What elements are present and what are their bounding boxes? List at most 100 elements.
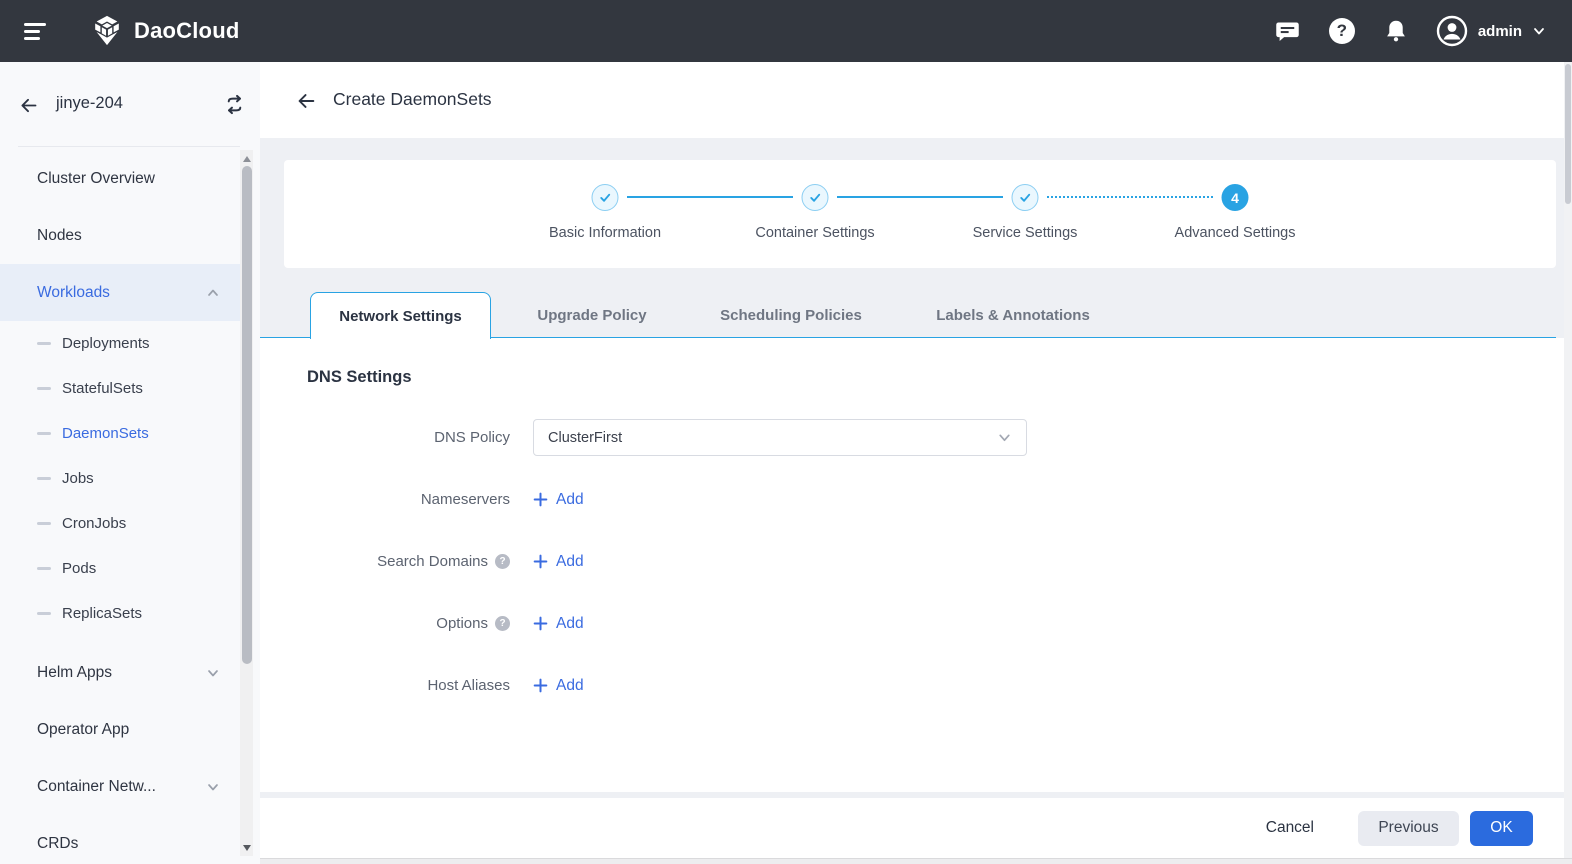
chevron-down-icon <box>999 434 1010 442</box>
scroll-down-icon[interactable] <box>240 841 253 854</box>
dash-icon <box>37 567 51 570</box>
step-2-done-icon <box>801 184 829 211</box>
host-aliases-row: Host Aliases Add <box>260 667 584 704</box>
cluster-back-icon[interactable] <box>18 95 39 121</box>
action-footer: Cancel Previous OK <box>260 798 1572 858</box>
step-3-done-icon <box>1011 184 1039 211</box>
sidebar-item-crds[interactable]: CRDs <box>0 815 240 856</box>
cancel-button[interactable]: Cancel <box>1266 819 1314 837</box>
tab-bar: Network Settings Upgrade Policy Scheduli… <box>260 292 1556 339</box>
sidebar: jinye-204 Cluster Overview Nodes Workloa… <box>0 62 260 864</box>
nameservers-add-button[interactable]: Add <box>533 491 584 509</box>
step-1-done-icon <box>591 184 619 211</box>
sidebar-item-label: Jobs <box>62 470 94 487</box>
plus-icon <box>533 492 548 507</box>
dns-policy-value: ClusterFirst <box>548 429 623 446</box>
dns-policy-select[interactable]: ClusterFirst <box>533 419 1027 456</box>
header-actions: ? admin <box>1274 15 1546 47</box>
step-4-number: 4 <box>1221 184 1249 211</box>
step-connector-dotted <box>1047 196 1213 198</box>
sidebar-scrollbar-thumb[interactable] <box>241 166 252 664</box>
step-connector <box>837 196 1003 198</box>
sidebar-item-nodes[interactable]: Nodes <box>0 207 240 264</box>
main-vertical-scrollbar-thumb[interactable] <box>1565 64 1571 204</box>
scroll-up-icon[interactable] <box>240 152 253 165</box>
dash-icon <box>37 387 51 390</box>
options-add-button[interactable]: Add <box>533 615 584 633</box>
sidebar-item-replicasets[interactable]: ReplicaSets <box>0 591 240 636</box>
sidebar-item-helm-apps[interactable]: Helm Apps <box>0 644 240 701</box>
message-icon[interactable] <box>1274 17 1302 45</box>
sidebar-item-pods[interactable]: Pods <box>0 546 240 591</box>
avatar <box>1436 15 1468 47</box>
dash-icon <box>37 432 51 435</box>
hamburger-menu-icon[interactable] <box>24 23 48 40</box>
tab-content: DNS Settings DNS Policy ClusterFirst Nam… <box>260 338 1572 792</box>
sidebar-item-label: CronJobs <box>62 515 127 532</box>
sidebar-item-container-network[interactable]: Container Netw... <box>0 758 240 815</box>
app-root: DaoCloud ? admin jinye-204 Cluster Overv… <box>0 0 1572 864</box>
plus-icon <box>533 554 548 569</box>
dash-icon <box>37 342 51 345</box>
tab-upgrade-policy[interactable]: Upgrade Policy <box>537 292 646 338</box>
ok-button[interactable]: OK <box>1470 810 1533 846</box>
previous-button[interactable]: Previous <box>1358 810 1459 846</box>
sidebar-item-cluster-overview[interactable]: Cluster Overview <box>0 150 240 207</box>
step-connector <box>627 196 793 198</box>
dns-policy-label: DNS Policy <box>434 429 510 446</box>
stepper: 4 Basic Information Container Settings S… <box>284 160 1556 268</box>
sidebar-item-label: ReplicaSets <box>62 605 143 622</box>
sidebar-item-statefulsets[interactable]: StatefulSets <box>0 366 240 411</box>
brand-name: DaoCloud <box>134 18 240 43</box>
chevron-down-icon <box>1534 28 1544 35</box>
sidebar-header: jinye-204 <box>0 62 260 147</box>
sidebar-item-label: Nodes <box>37 226 82 244</box>
sidebar-item-label: Operator App <box>37 720 130 738</box>
search-domains-add-button[interactable]: Add <box>533 553 584 571</box>
sidebar-item-cronjobs[interactable]: CronJobs <box>0 501 240 546</box>
dash-icon <box>37 522 51 525</box>
sidebar-menu: Cluster Overview Nodes Workloads Deploym… <box>0 150 240 856</box>
plus-icon <box>533 678 548 693</box>
main-horizontal-scrollbar[interactable] <box>260 858 1572 864</box>
section-title: DNS Settings <box>307 368 412 386</box>
sidebar-item-jobs[interactable]: Jobs <box>0 456 240 501</box>
page-header: Create DaemonSets <box>260 62 1572 138</box>
sidebar-item-label: Container Netw... <box>37 777 156 795</box>
tab-scheduling-policies[interactable]: Scheduling Policies <box>720 292 862 338</box>
tab-network-settings[interactable]: Network Settings <box>310 292 491 339</box>
sidebar-item-workloads[interactable]: Workloads <box>0 264 240 321</box>
help-icon[interactable]: ? <box>495 554 510 569</box>
host-aliases-add-button[interactable]: Add <box>533 677 584 695</box>
cluster-name: jinye-204 <box>56 94 123 112</box>
page-back-icon[interactable] <box>295 90 317 117</box>
options-row: Options ? Add <box>260 605 584 642</box>
sidebar-scrollbar[interactable] <box>240 150 253 856</box>
chevron-down-icon <box>206 780 220 794</box>
host-aliases-label: Host Aliases <box>427 677 510 694</box>
sidebar-item-label: DaemonSets <box>62 425 149 442</box>
tab-labels-annotations[interactable]: Labels & Annotations <box>936 292 1090 338</box>
user-menu[interactable]: admin <box>1436 15 1546 47</box>
switch-cluster-icon[interactable] <box>224 94 245 120</box>
step-label: Service Settings <box>972 225 1078 241</box>
step-label: Advanced Settings <box>1174 225 1296 241</box>
plus-icon <box>533 616 548 631</box>
help-icon[interactable]: ? <box>495 616 510 631</box>
brand: DaoCloud <box>90 14 239 48</box>
options-label: Options <box>436 615 488 632</box>
sidebar-item-operator-app[interactable]: Operator App <box>0 701 240 758</box>
sidebar-item-deployments[interactable]: Deployments <box>0 321 240 366</box>
step-label: Container Settings <box>755 225 875 241</box>
dns-policy-row: DNS Policy ClusterFirst <box>260 419 1027 456</box>
notifications-bell-icon[interactable] <box>1382 17 1410 45</box>
user-name: admin <box>1477 22 1522 40</box>
search-domains-label: Search Domains <box>377 553 488 570</box>
step-label: Basic Information <box>548 225 662 241</box>
sidebar-item-daemonsets[interactable]: DaemonSets <box>0 411 240 456</box>
sidebar-item-label: Deployments <box>62 335 150 352</box>
nameservers-row: Nameservers Add <box>260 481 584 518</box>
main-vertical-scrollbar[interactable] <box>1564 62 1572 858</box>
help-icon[interactable]: ? <box>1328 17 1356 45</box>
chevron-up-icon <box>206 286 220 300</box>
